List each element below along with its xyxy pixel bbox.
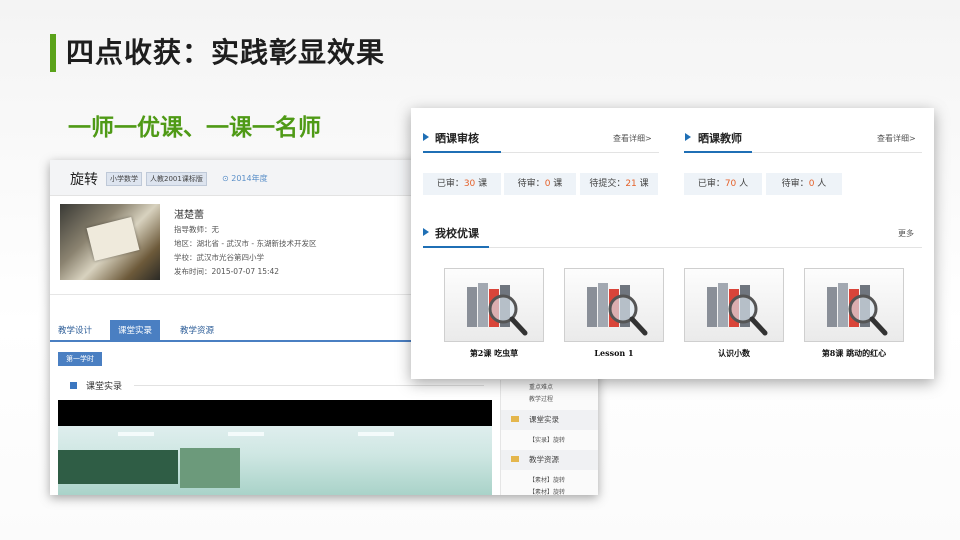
review-stat-pending: 待审：0 课 bbox=[504, 173, 576, 195]
side-folder-resources[interactable]: 教学资源 bbox=[501, 450, 598, 470]
course-thumbnail[interactable] bbox=[804, 268, 904, 342]
courses-divider bbox=[423, 247, 922, 248]
tab-teaching-resources[interactable]: 教学资源 bbox=[172, 320, 222, 342]
review-underline bbox=[423, 151, 501, 153]
title-accent-bar bbox=[50, 34, 56, 72]
review-pointer-icon bbox=[423, 133, 429, 141]
course-name[interactable]: Lesson 1 bbox=[564, 348, 664, 358]
clock-icon: ⊙ bbox=[222, 174, 229, 183]
video-top-bar bbox=[58, 400, 492, 426]
review-title: 晒课审核 bbox=[435, 132, 479, 145]
course-thumbnail[interactable] bbox=[684, 268, 784, 342]
lesson-photo bbox=[60, 204, 160, 280]
courses-underline bbox=[423, 246, 489, 248]
teachers-underline bbox=[684, 151, 752, 153]
side-item-record[interactable]: 【实录】旋转 bbox=[529, 435, 565, 444]
side-item-material-1[interactable]: 【素材】旋转 bbox=[529, 475, 565, 484]
teachers-stat-approved: 已审：70 人 bbox=[684, 173, 762, 195]
year-label: ⊙ 2014年度 bbox=[222, 174, 268, 183]
teachers-pointer-icon bbox=[685, 133, 691, 141]
course-name[interactable]: 认识小数 bbox=[684, 348, 784, 359]
books-magnifier-icon bbox=[467, 283, 528, 336]
course-name[interactable]: 第2课 吃虫草 bbox=[444, 348, 544, 359]
books-magnifier-icon bbox=[827, 283, 888, 336]
edition-tag: 人教2001课标版 bbox=[146, 172, 207, 186]
lesson-title: 旋转 bbox=[70, 172, 98, 188]
slide: 四点收获：实践彰显效果 一师一优课、一课一名师 旋转 小学数学 人教2001课标… bbox=[0, 0, 960, 540]
tab-classroom-record[interactable]: 课堂实录 bbox=[110, 320, 161, 342]
teachers-details-link[interactable]: 查看详细> bbox=[877, 133, 916, 144]
publish-time: 发布时间：2015-07-07 15:42 bbox=[174, 267, 280, 276]
folder-icon bbox=[511, 456, 519, 462]
side-item-process[interactable]: 教学过程 bbox=[529, 394, 553, 403]
side-panel: 重点难点 教学过程 课堂实录 【实录】旋转 教学资源 【素材】旋转 【素材】旋转 bbox=[500, 380, 598, 495]
video-player[interactable] bbox=[58, 426, 492, 495]
review-details-link[interactable]: 查看详细> bbox=[613, 133, 652, 144]
course-thumbnail[interactable] bbox=[564, 268, 664, 342]
course-card[interactable]: 第2课 吃虫草 bbox=[444, 268, 544, 359]
course-thumbnail[interactable] bbox=[444, 268, 544, 342]
folder-icon bbox=[511, 416, 519, 422]
section-title: 课堂实录 bbox=[86, 382, 123, 392]
review-stat-to-submit: 待提交：21 课 bbox=[580, 173, 658, 195]
books-magnifier-icon bbox=[587, 283, 648, 336]
advisor-info: 指导教师：无 bbox=[174, 225, 219, 234]
course-card[interactable]: 认识小数 bbox=[684, 268, 784, 359]
region-info: 地区：湖北省 - 武汉市 - 东湖新技术开发区 bbox=[174, 239, 317, 248]
books-magnifier-icon bbox=[707, 283, 768, 336]
side-folder-classroom[interactable]: 课堂实录 bbox=[501, 410, 598, 430]
course-card[interactable]: 第8课 跳动的红心 bbox=[804, 268, 904, 359]
course-card[interactable]: Lesson 1 bbox=[564, 268, 664, 358]
courses-more-link[interactable]: 更多 bbox=[898, 228, 914, 239]
side-item-material-2[interactable]: 【素材】旋转 bbox=[529, 487, 565, 495]
school-info: 学校：武汉市光谷第四小学 bbox=[174, 253, 264, 262]
section-divider bbox=[134, 385, 484, 386]
tab-teaching-design[interactable]: 教学设计 bbox=[50, 320, 100, 342]
courses-pointer-icon bbox=[423, 228, 429, 236]
teachers-stat-pending: 待审：0 人 bbox=[766, 173, 842, 195]
school-review-screenshot: 晒课审核 查看详细> 已审：30 课 待审：0 课 待提交：21 课 晒课教师 … bbox=[411, 108, 934, 379]
term-button[interactable]: 第一学时 bbox=[58, 352, 102, 366]
teacher-name: 湛楚蕾 bbox=[174, 210, 204, 221]
subject-tag: 小学数学 bbox=[106, 172, 142, 186]
side-item-key-points[interactable]: 重点难点 bbox=[529, 382, 553, 391]
courses-title: 我校优课 bbox=[435, 227, 479, 240]
teachers-title: 晒课教师 bbox=[698, 132, 742, 145]
slide-title: 四点收获：实践彰显效果 bbox=[66, 36, 386, 69]
slide-subtitle: 一师一优课、一课一名师 bbox=[68, 115, 321, 141]
review-stat-approved: 已审：30 课 bbox=[423, 173, 501, 195]
blackboard-image bbox=[58, 450, 178, 484]
course-name[interactable]: 第8课 跳动的红心 bbox=[804, 348, 904, 359]
section-square-icon bbox=[70, 382, 77, 389]
